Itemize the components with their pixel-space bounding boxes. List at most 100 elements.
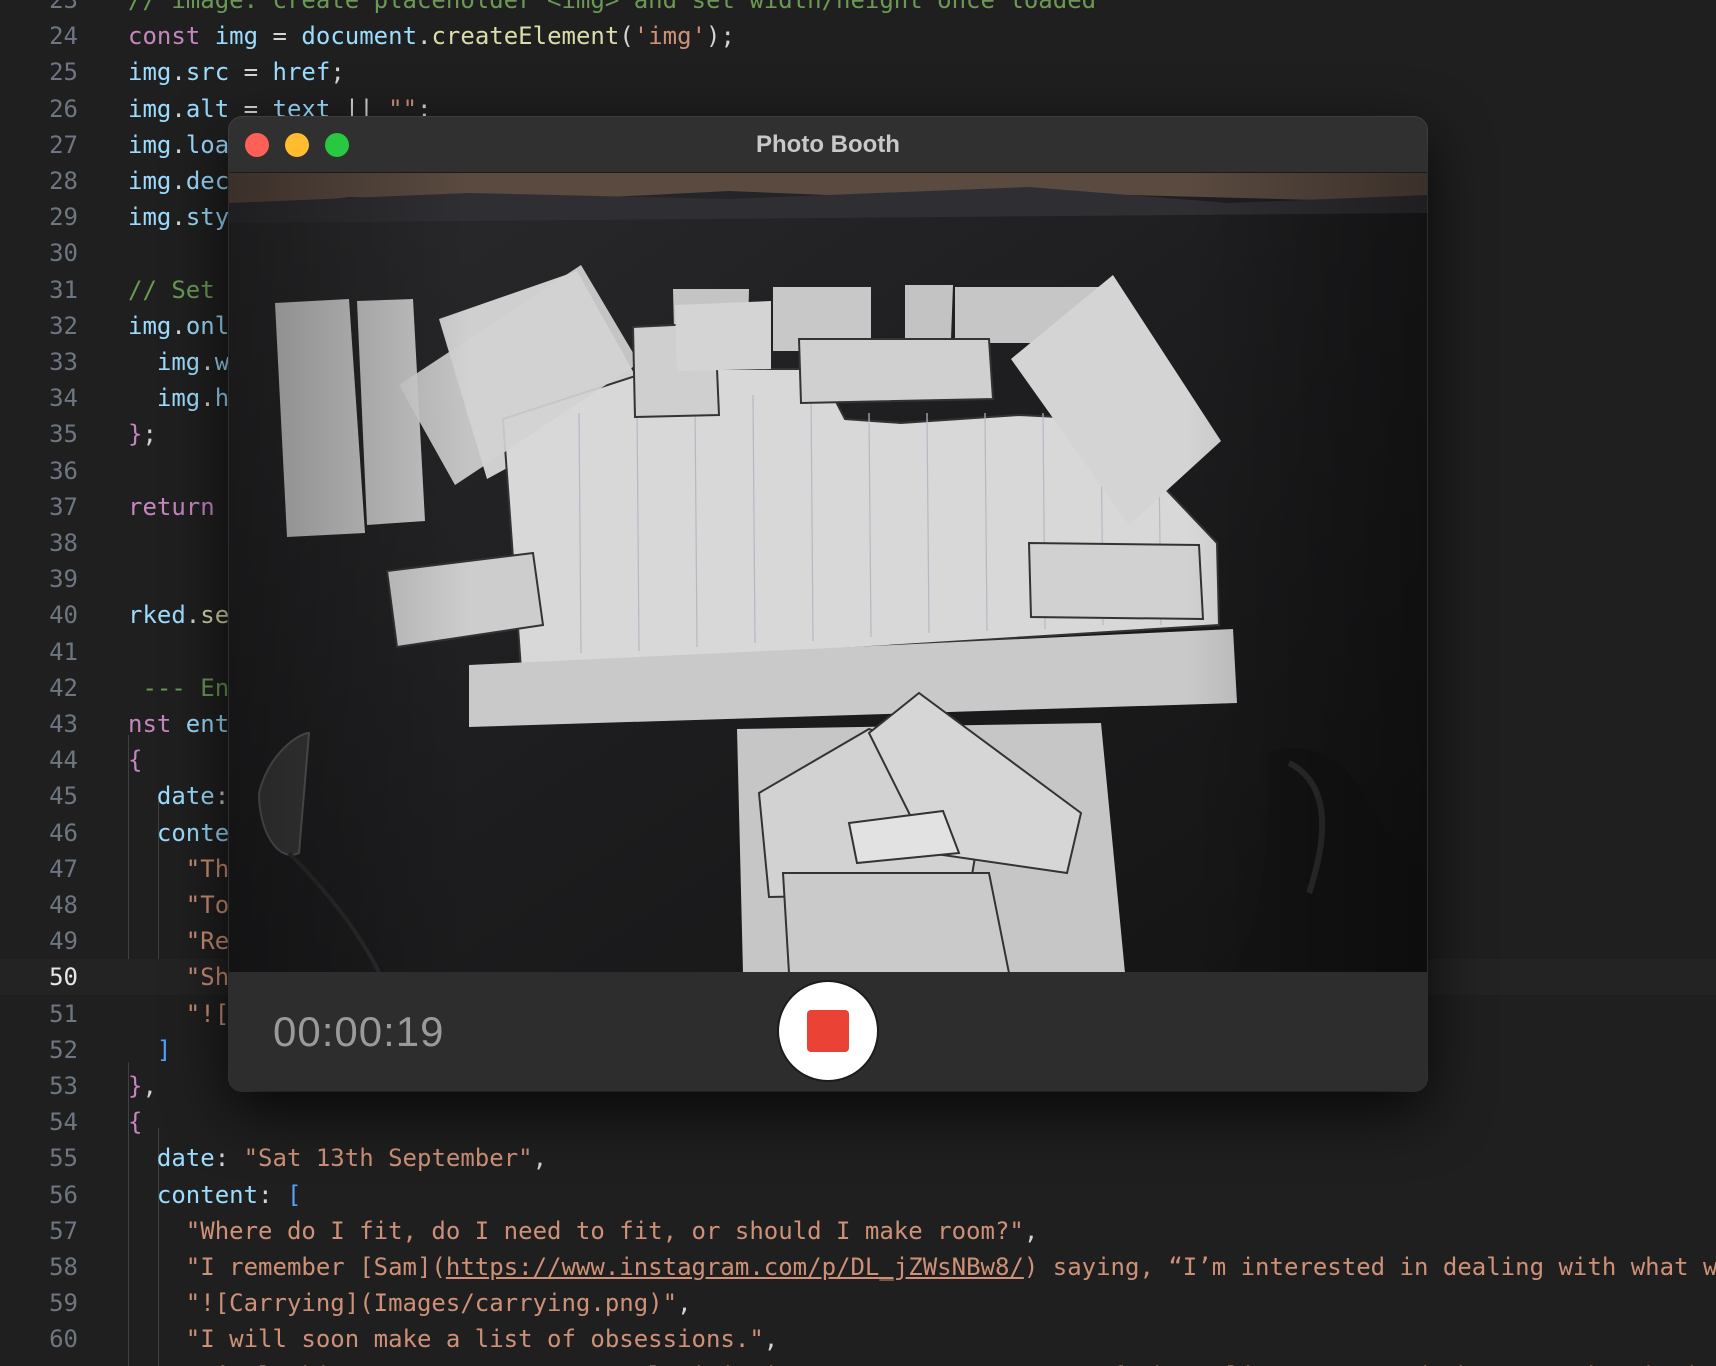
- line-number: 56: [49, 1180, 78, 1209]
- code-text: "I’m looking to create a personal mini-z…: [128, 1358, 1716, 1366]
- code-text: img.loa: [128, 127, 229, 163]
- code-token: "I remember [Sam](: [185, 1253, 446, 1281]
- code-token: "Where do I fit, do I need to fit, or sh…: [185, 1216, 1024, 1245]
- code-token: .: [171, 94, 186, 123]
- code-token: "To: [185, 891, 230, 919]
- code-token: }: [128, 1072, 143, 1100]
- line-number: 53: [49, 1072, 78, 1100]
- code-line[interactable]: 59 "![Carrying](Images/carrying.png)",: [0, 1285, 1716, 1321]
- window-titlebar[interactable]: Photo Booth: [229, 117, 1427, 173]
- line-number: 49: [49, 927, 78, 956]
- stop-recording-button[interactable]: [779, 982, 877, 1080]
- code-line[interactable]: 56 content: [: [0, 1177, 1716, 1213]
- code-token: "I will soon make a list of obsessions.": [185, 1325, 764, 1354]
- line-number: 25: [49, 58, 78, 87]
- code-token: img: [128, 167, 172, 195]
- code-token: img: [128, 130, 172, 159]
- line-number: 52: [49, 1035, 78, 1064]
- line-number: 28: [49, 167, 78, 195]
- code-token: // image: create placeholder <img> and s…: [128, 0, 1097, 14]
- recording-timer: 00:00:19: [273, 1008, 445, 1055]
- code-token: =: [229, 58, 273, 87]
- code-line[interactable]: 25 img.src = href;: [0, 54, 1716, 90]
- code-text: };: [128, 416, 157, 452]
- code-token: img: [128, 58, 172, 87]
- code-token: ;: [330, 58, 345, 87]
- code-line[interactable]: 55 date: "Sat 13th September",: [0, 1140, 1716, 1176]
- code-text: const img = document.createElement('img'…: [128, 18, 735, 54]
- code-token: "![: [185, 999, 230, 1028]
- code-token: img: [128, 203, 172, 232]
- code-token: nst: [128, 710, 186, 738]
- line-number: 29: [49, 203, 78, 232]
- code-text: "![Carrying](Images/carrying.png)",: [128, 1285, 692, 1321]
- code-line[interactable]: 57 "Where do I fit, do I need to fit, or…: [0, 1213, 1716, 1249]
- line-number: 46: [49, 818, 78, 847]
- code-line[interactable]: 60 "I will soon make a list of obsession…: [0, 1321, 1716, 1357]
- code-token: "Th: [185, 854, 230, 883]
- code-text: img.sty: [128, 199, 229, 235]
- code-token: // Set: [128, 275, 215, 304]
- line-number: 54: [49, 1108, 78, 1137]
- code-text: date:: [128, 778, 229, 814]
- code-text: img.src = href;: [128, 54, 345, 90]
- code-text: nst ent: [128, 706, 229, 742]
- code-line[interactable]: 24 const img = document.createElement('im…: [0, 18, 1716, 54]
- window-title: Photo Booth: [756, 131, 900, 158]
- code-text: "To: [128, 887, 229, 923]
- photo-booth-window[interactable]: Photo Booth 00:00:19: [229, 117, 1427, 1091]
- line-number: 61: [0, 1358, 78, 1366]
- code-line[interactable]: 61 "I’m looking to create a personal min…: [0, 1358, 1716, 1366]
- code-line[interactable]: 23 // image: create placeholder <img> and…: [0, 0, 1716, 18]
- camera-preview: [229, 173, 1427, 972]
- line-number: 43: [49, 710, 78, 738]
- code-token: "![Carrying](Images/carrying.png)": [185, 1289, 678, 1318]
- line-number: 35: [49, 420, 78, 449]
- code-token: :: [214, 782, 230, 811]
- line-number: 57: [49, 1216, 78, 1245]
- code-token: href: [272, 58, 331, 87]
- code-token: content: [156, 1180, 259, 1209]
- code-token: document: [301, 22, 418, 51]
- code-token: img: [214, 22, 259, 51]
- line-number: 32: [49, 311, 78, 340]
- code-text: rked.se: [128, 597, 229, 633]
- code-token: --- En: [128, 673, 230, 702]
- code-text: "I will soon make a list of obsessions."…: [128, 1321, 778, 1357]
- code-token: sty: [185, 203, 230, 232]
- code-token: loa: [185, 130, 230, 159]
- code-token: .: [171, 130, 186, 159]
- code-token: .: [171, 203, 186, 232]
- line-number: 60: [49, 1325, 78, 1354]
- code-text: --- En: [128, 670, 229, 706]
- code-token: ) saying, “I’m interested in dealing wit…: [1023, 1253, 1716, 1281]
- code-token: date: [156, 782, 215, 811]
- line-number: 40: [49, 601, 78, 630]
- line-number: 37: [49, 492, 78, 521]
- code-text: "Where do I fit, do I need to fit, or sh…: [128, 1213, 1039, 1249]
- code-token: se: [200, 601, 230, 630]
- code-line[interactable]: 54 {: [0, 1104, 1716, 1140]
- line-number: 39: [49, 565, 78, 594]
- code-line[interactable]: 58 "I remember [Sam](https://www.instagr…: [0, 1249, 1716, 1285]
- code-token: img: [156, 348, 201, 376]
- line-number: 58: [49, 1253, 78, 1281]
- code-text: date: "Sat 13th September",: [128, 1140, 547, 1176]
- code-token: rked: [128, 601, 186, 630]
- line-number: 36: [49, 456, 78, 485]
- code-token: "I’m looking to create a personal mini-z…: [186, 1362, 1716, 1366]
- code-text: ]: [128, 1032, 171, 1068]
- stop-icon: [807, 1010, 849, 1052]
- code-token: date: [156, 1144, 215, 1173]
- code-token: );: [706, 22, 735, 51]
